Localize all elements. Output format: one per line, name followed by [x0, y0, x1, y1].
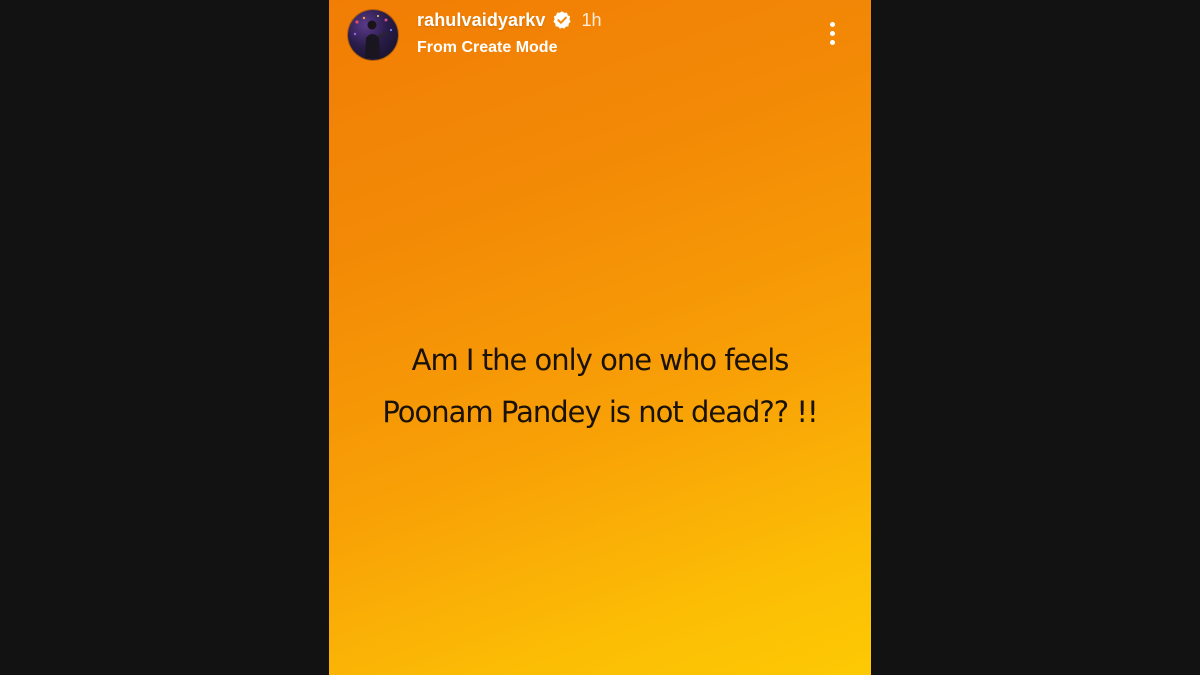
create-mode-label[interactable]: From Create Mode: [417, 39, 557, 57]
more-options-button[interactable]: [822, 18, 842, 48]
more-dot-icon: [829, 21, 835, 27]
story-header: rahulvaidyarkv 1h From Create Mode: [329, 0, 871, 70]
more-dot-icon: [829, 39, 835, 45]
post-time: 1h: [581, 9, 602, 30]
profile-avatar[interactable]: [348, 10, 398, 60]
verified-badge-icon: [552, 10, 572, 30]
more-dot-icon: [829, 30, 835, 36]
story-card[interactable]: rahulvaidyarkv 1h From Create Mode Am I …: [329, 0, 871, 675]
caption-line-2: Poonam Pandey is not dead?? !!: [382, 395, 818, 429]
username-row: rahulvaidyarkv 1h: [417, 8, 602, 32]
page-backdrop: rahulvaidyarkv 1h From Create Mode Am I …: [0, 0, 1200, 675]
avatar-image: [353, 15, 393, 58]
caption-line-1: Am I the only one who feels: [411, 343, 790, 377]
story-caption: Am I the only one who feels Poonam Pande…: [329, 334, 871, 438]
username-link[interactable]: rahulvaidyarkv: [417, 10, 545, 31]
